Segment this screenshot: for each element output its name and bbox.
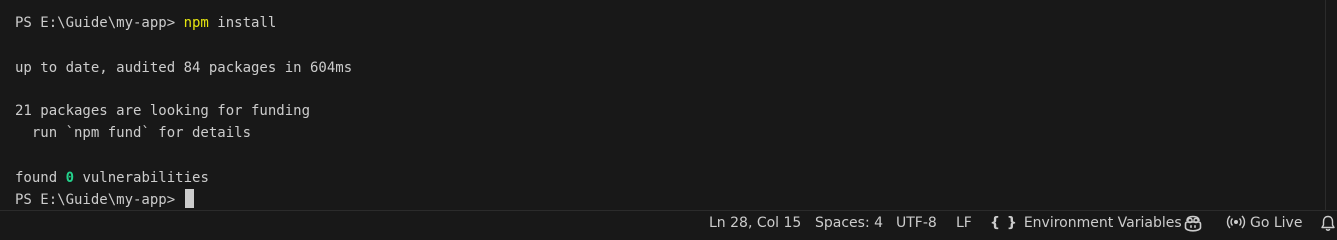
terminal-output-funding: 21 packages are looking for funding: [15, 103, 311, 119]
environment-variables-item[interactable]: { } Environment Variables: [990, 211, 1182, 236]
terminal-scrollbar[interactable]: [1325, 0, 1337, 210]
notifications-item[interactable]: [1318, 211, 1337, 236]
terminal-output-audit: up to date, audited 84 packages in 604ms: [15, 60, 353, 76]
encoding-item[interactable]: UTF-8: [896, 211, 937, 236]
bell-icon: [1321, 215, 1335, 231]
line-ending-item[interactable]: LF: [956, 211, 972, 236]
found-prefix: found: [15, 170, 66, 186]
braces-icon: { }: [990, 215, 1018, 231]
terminal-output-funding-hint: run `npm fund` for details: [15, 125, 252, 141]
environment-variables-label: Environment Variables: [1023, 215, 1182, 231]
go-live-item[interactable]: Go Live: [1226, 211, 1302, 236]
cursor-position-item[interactable]: Ln 28, Col 15: [709, 211, 801, 236]
terminal-cursor: [184, 189, 194, 208]
found-suffix: vulnerabilities: [74, 170, 209, 186]
vulnerability-count: 0: [65, 170, 75, 186]
go-live-label: Go Live: [1250, 215, 1303, 231]
terminal-output-vulnerabilities: found 0 vulnerabilities: [15, 167, 209, 189]
indentation-item[interactable]: Spaces: 4: [815, 211, 883, 236]
copilot-icon: [1184, 215, 1202, 232]
terminal-prompt-final: PS E:\Guide\my-app>: [15, 192, 184, 208]
terminal-prompt: PS E:\Guide\my-app>: [15, 15, 184, 31]
broadcast-icon: [1226, 215, 1246, 229]
terminal-panel[interactable]: PS E:\Guide\my-app> npm install up to da…: [0, 0, 1326, 210]
status-bar: Ln 28, Col 15 Spaces: 4 UTF-8 LF { } Envi…: [0, 210, 1337, 236]
vscode-terminal-window: PS E:\Guide\my-app> npm install up to da…: [0, 0, 1337, 236]
terminal-prompt-line[interactable]: PS E:\Guide\my-app>: [15, 189, 194, 210]
copilot-item[interactable]: [1183, 211, 1205, 236]
terminal-command: npm: [183, 15, 209, 31]
terminal-line-command: PS E:\Guide\my-app> npm install: [15, 12, 276, 34]
terminal-command-args: install: [208, 15, 277, 31]
